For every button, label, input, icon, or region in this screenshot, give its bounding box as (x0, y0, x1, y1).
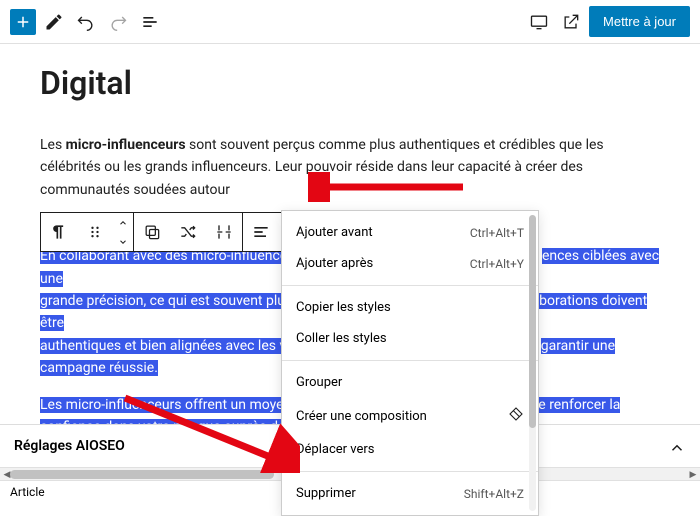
menu-shortcut: Shift+Alt+Z (464, 487, 524, 501)
pencil-icon (44, 12, 64, 32)
add-block-button[interactable] (10, 9, 36, 35)
menu-shortcut: Ctrl+Alt+T (470, 226, 524, 240)
update-button[interactable]: Mettre à jour (589, 6, 690, 37)
chevron-down-icon (117, 237, 129, 247)
shuffle-icon (178, 222, 198, 242)
selected-text: authentiques et bien alignées avec les v… (40, 338, 294, 354)
selected-text: e renforcer la (538, 397, 620, 413)
selected-text: garantir une (541, 338, 615, 354)
annotation-arrow-bottom (120, 393, 300, 473)
break-button[interactable] (206, 213, 242, 251)
menu-insert-before[interactable]: Ajouter avant Ctrl+Alt+T (282, 217, 538, 248)
chevron-up-icon (668, 435, 686, 457)
redo-button[interactable] (104, 8, 132, 36)
redo-icon (108, 12, 128, 32)
drag-handle-button[interactable] (77, 213, 113, 251)
menu-label: Ajouter après (296, 256, 373, 271)
copy-icon (142, 222, 162, 242)
drag-icon (85, 222, 105, 242)
annotation-arrow-top (308, 172, 468, 202)
menu-insert-after[interactable]: Ajouter après Ctrl+Alt+Y (282, 248, 538, 279)
pilcrow-icon (49, 222, 69, 242)
bold-text: micro-influenceurs (66, 137, 186, 153)
transform-button[interactable] (170, 213, 206, 251)
text: Les (40, 137, 66, 153)
panel-title: Réglages AIOSEO (14, 438, 125, 454)
chevron-up-icon (117, 218, 129, 228)
menu-create-composition[interactable]: Créer une composition (282, 398, 538, 434)
outline-icon (140, 12, 160, 32)
block-type-button[interactable] (41, 213, 77, 251)
external-icon (561, 12, 581, 32)
undo-button[interactable] (72, 8, 100, 36)
move-up-button[interactable] (113, 213, 133, 232)
diamond-icon (508, 406, 524, 426)
copy-button[interactable] (134, 213, 170, 251)
menu-label: Coller les styles (296, 331, 387, 346)
plus-icon (14, 13, 32, 31)
view-button[interactable] (525, 8, 553, 36)
move-down-button[interactable] (113, 232, 133, 251)
split-icon (214, 222, 234, 242)
menu-label: Créer une composition (296, 409, 427, 424)
menu-paste-styles[interactable]: Coller les styles (282, 323, 538, 354)
menu-label: Supprimer (296, 486, 356, 501)
menu-label: Ajouter avant (296, 225, 373, 240)
post-title[interactable]: Digital (40, 64, 660, 102)
menu-move-to[interactable]: Déplacer vers (282, 434, 538, 465)
desktop-icon (529, 12, 549, 32)
edit-mode-button[interactable] (40, 8, 68, 36)
selected-text: campagne réussie. (40, 360, 158, 376)
breadcrumb-root: Article (10, 485, 45, 499)
undo-icon (76, 12, 96, 32)
menu-shortcut: Ctrl+Alt+Y (470, 257, 524, 271)
menu-scrollbar[interactable] (529, 215, 536, 511)
menu-copy-styles[interactable]: Copier les styles (282, 292, 538, 323)
align-button[interactable] (243, 213, 279, 251)
selected-text: grande précision, ce qui est souvent plu… (40, 293, 292, 309)
preview-external-button[interactable] (557, 8, 585, 36)
menu-group[interactable]: Grouper (282, 367, 538, 398)
document-overview-button[interactable] (136, 8, 164, 36)
menu-delete[interactable]: Supprimer Shift+Alt+Z (282, 478, 538, 509)
align-left-icon (251, 222, 271, 242)
menu-label: Déplacer vers (296, 442, 375, 457)
block-options-menu: Ajouter avant Ctrl+Alt+T Ajouter après C… (281, 210, 539, 516)
menu-label: Grouper (296, 375, 342, 390)
menu-label: Copier les styles (296, 300, 391, 315)
